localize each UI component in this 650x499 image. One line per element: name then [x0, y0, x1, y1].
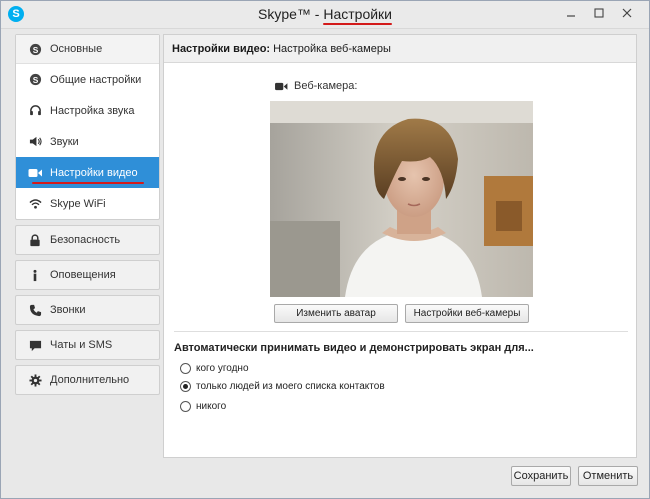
panel-header-title: Настройки видео:	[172, 42, 271, 55]
sidebar-item-audio-settings[interactable]: Настройка звука	[16, 95, 159, 126]
change-avatar-button[interactable]: Изменить аватар	[274, 304, 398, 323]
sidebar-group-general[interactable]: S Основные	[16, 35, 159, 64]
webcam-label: Веб-камера:	[274, 79, 357, 93]
lock-icon	[28, 233, 42, 247]
webcam-preview-image	[270, 101, 533, 297]
sidebar-item-label: Оповещения	[50, 269, 116, 281]
webcam-preview	[270, 101, 533, 297]
save-button[interactable]: Сохранить	[511, 466, 571, 486]
sidebar-item-advanced[interactable]: Дополнительно	[15, 365, 160, 395]
radio-option-anyone[interactable]: кого угодно	[180, 363, 249, 374]
sidebar-item-skype-wifi[interactable]: Skype WiFi	[16, 188, 159, 219]
sidebar-item-label: Настройка звука	[50, 104, 135, 117]
settings-window: S Skype™ - Настройки S Основные S Общие …	[0, 0, 650, 499]
sidebar-item-label: Дополнительно	[50, 374, 130, 386]
settings-sidebar: S Основные S Общие настройки Настройка з…	[15, 34, 160, 395]
webcam-label-text: Веб-камера:	[294, 80, 358, 92]
webcam-settings-button[interactable]: Настройки веб-камеры	[405, 304, 529, 323]
radio-label: никого	[196, 401, 227, 412]
svg-text:S: S	[32, 44, 38, 54]
window-controls	[557, 3, 641, 23]
auto-accept-title: Автоматически принимать видео и демонстр…	[174, 342, 534, 354]
headset-icon	[28, 104, 42, 118]
radio-label: только людей из моего списка контактов	[196, 381, 385, 392]
panel-header-subtitle: Настройка веб-камеры	[273, 42, 391, 55]
sidebar-item-general-settings[interactable]: S Общие настройки	[16, 64, 159, 95]
skype-icon: S	[28, 73, 42, 87]
phone-icon	[28, 303, 42, 317]
info-icon	[28, 268, 42, 282]
radio-option-nobody[interactable]: никого	[180, 401, 226, 412]
panel-header: Настройки видео: Настройка веб-камеры	[164, 35, 636, 63]
svg-text:S: S	[32, 75, 38, 85]
wifi-icon	[28, 197, 42, 211]
sidebar-item-label: Звуки	[50, 135, 79, 148]
sidebar-item-label: Общие настройки	[50, 73, 142, 86]
video-camera-icon	[28, 166, 42, 180]
radio-label: кого угодно	[196, 363, 249, 374]
window-title-prefix: Skype™ -	[257, 6, 324, 22]
maximize-icon[interactable]	[585, 3, 613, 23]
speaker-icon	[28, 135, 42, 149]
sidebar-item-label: Skype WiFi	[50, 197, 106, 210]
divider	[174, 331, 628, 332]
sidebar-item-video-settings[interactable]: Настройки видео	[16, 157, 159, 188]
radio-button[interactable]	[180, 363, 191, 374]
minimize-icon[interactable]	[557, 3, 585, 23]
sidebar-item-notifications[interactable]: Оповещения	[15, 260, 160, 290]
sidebar-item-label: Безопасность	[50, 234, 121, 246]
gear-icon	[28, 373, 42, 387]
sidebar-item-label: Настройки видео	[32, 166, 144, 184]
sidebar-group-label: Основные	[50, 43, 103, 55]
window-title-highlight: Настройки	[323, 6, 392, 22]
title-bar[interactable]: S Skype™ - Настройки	[1, 1, 649, 29]
window-title: Skype™ - Настройки	[1, 6, 649, 22]
sidebar-item-label: Чаты и SMS	[50, 339, 113, 351]
radio-button-checked[interactable]	[180, 381, 191, 392]
cancel-button[interactable]: Отменить	[578, 466, 638, 486]
video-camera-icon	[274, 79, 288, 93]
radio-button[interactable]	[180, 401, 191, 412]
sidebar-item-calls[interactable]: Звонки	[15, 295, 160, 325]
sidebar-item-chats-sms[interactable]: Чаты и SMS	[15, 330, 160, 360]
nav-general-section: S Основные S Общие настройки Настройка з…	[15, 34, 160, 220]
sidebar-item-label: Звонки	[50, 304, 86, 316]
close-icon[interactable]	[613, 3, 641, 23]
radio-option-contacts-only[interactable]: только людей из моего списка контактов	[180, 381, 385, 392]
sidebar-item-security[interactable]: Безопасность	[15, 225, 160, 255]
video-settings-panel: Настройки видео: Настройка веб-камеры Ве…	[163, 34, 637, 458]
sidebar-item-sounds[interactable]: Звуки	[16, 126, 159, 157]
chat-icon	[28, 338, 42, 352]
skype-icon: S	[28, 42, 42, 56]
